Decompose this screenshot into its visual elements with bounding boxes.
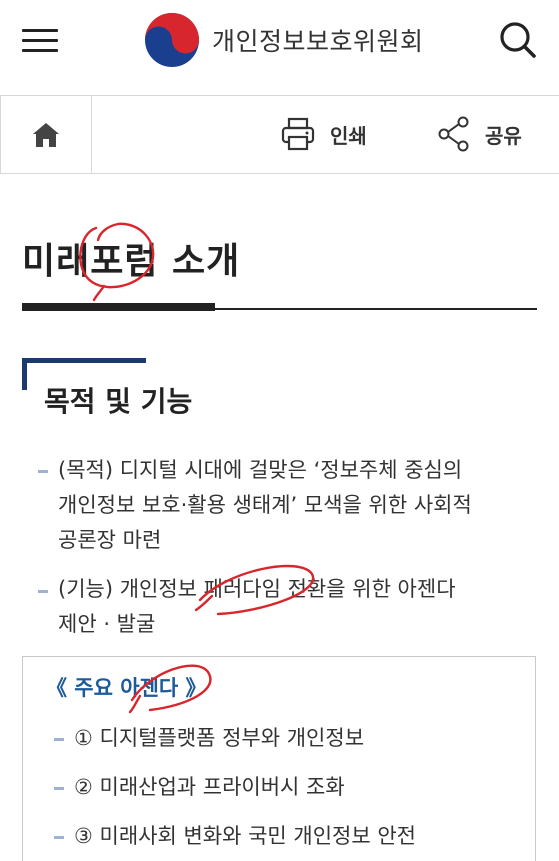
bullet-marker <box>54 787 64 790</box>
paragraph-line: 제안 · 발굴 <box>58 612 156 636</box>
top-header: 개인정보보호위원회 <box>0 0 559 82</box>
utility-bar: 인쇄 공유 <box>0 95 559 174</box>
agenda-title: 《 주요 아젠다 》 <box>46 676 207 700</box>
paragraph-line: 공론장 마련 <box>58 528 162 552</box>
hamburger-menu-icon[interactable] <box>22 26 58 54</box>
share-button[interactable]: 공유 <box>437 114 522 154</box>
org-name: 개인정보보호위원회 <box>212 27 424 56</box>
paragraph-line: (목적) 디지털 시대에 걸맞은 ‘정보주체 중심의 <box>58 458 463 482</box>
bullet-marker <box>54 836 64 839</box>
site-logo[interactable]: 개인정보보호위원회 <box>144 10 424 70</box>
print-icon <box>281 117 315 151</box>
section-corner-accent <box>22 358 146 363</box>
agenda-item: ② 미래산업과 프라이버시 조화 <box>74 775 345 799</box>
home-button[interactable] <box>0 96 92 173</box>
home-icon <box>33 122 59 147</box>
paragraph-line: 개인정보 보호·활용 생태계’ 모색을 위한 사회적 <box>58 493 472 517</box>
print-button[interactable]: 인쇄 <box>280 114 367 154</box>
share-icon <box>438 116 469 152</box>
section-title: 목적 및 기능 <box>44 385 193 418</box>
agenda-item: ① 디지털플랫폼 정부와 개인정보 <box>74 726 365 750</box>
bullet-marker <box>38 590 48 593</box>
taegeuk-logo-icon <box>145 13 199 67</box>
bullet-marker <box>54 738 64 741</box>
title-divider-accent <box>22 303 215 311</box>
bullet-marker <box>38 470 48 473</box>
function-paragraph: (기능) 개인정보 패러다임 전환을 위한 아젠다 제안 · 발굴 <box>58 572 456 642</box>
page-title: 미래포럼 소개 <box>22 241 241 282</box>
print-label: 인쇄 <box>330 123 367 148</box>
section-corner-accent-vertical <box>22 358 27 390</box>
agenda-item: ③ 미래사회 변화와 국민 개인정보 안전 <box>74 824 417 848</box>
search-icon[interactable] <box>498 20 538 60</box>
share-label: 공유 <box>485 123 522 148</box>
purpose-paragraph: (목적) 디지털 시대에 걸맞은 ‘정보주체 중심의 개인정보 보호·활용 생태… <box>58 453 472 558</box>
paragraph-line: (기능) 개인정보 패러다임 전환을 위한 아젠다 <box>58 577 456 601</box>
